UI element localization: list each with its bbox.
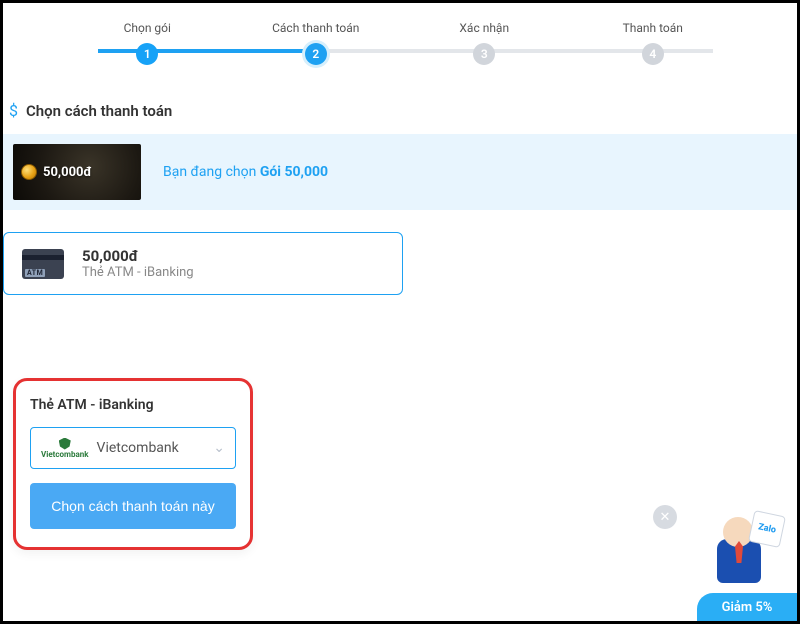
checkout-stepper: Chọn gói 1 Cách thanh toán 2 Xác nhận 3 … xyxy=(3,3,797,73)
step-circle: 3 xyxy=(473,43,495,65)
package-thumbnail: 50,000đ xyxy=(13,144,141,200)
step-1[interactable]: Chọn gói 1 xyxy=(63,21,232,65)
package-desc-prefix: Bạn đang chọn xyxy=(163,164,260,180)
coin-icon xyxy=(21,164,37,180)
payment-option-atm[interactable]: 50,000đ Thẻ ATM - iBanking xyxy=(3,232,403,295)
promo-mascot[interactable]: Zalo xyxy=(711,513,781,593)
step-4: Thanh toán 4 xyxy=(569,21,738,65)
step-circle: 4 xyxy=(642,43,664,65)
promo-card-icon: Zalo xyxy=(748,510,786,548)
step-2[interactable]: Cách thanh toán 2 xyxy=(232,21,401,65)
discount-badge[interactable]: Giảm 5% xyxy=(697,593,797,621)
payment-amount: 50,000đ xyxy=(82,247,194,265)
section-title-text: Chọn cách thanh toán xyxy=(26,102,172,120)
section-heading: $ Chọn cách thanh toán xyxy=(3,73,797,134)
step-label: Chọn gói xyxy=(124,21,171,35)
payment-options: 50,000đ Thẻ ATM - iBanking xyxy=(3,210,797,295)
step-label: Xác nhận xyxy=(459,21,509,35)
package-description: Bạn đang chọn Gói 50,000 xyxy=(163,164,328,180)
close-icon[interactable]: ✕ xyxy=(653,505,677,529)
package-desc-name: Gói 50,000 xyxy=(260,164,328,180)
step-label: Thanh toán xyxy=(623,21,683,35)
bank-select-panel: Thẻ ATM - iBanking Vietcombank Vietcomba… xyxy=(13,378,253,550)
payment-option-text: 50,000đ Thẻ ATM - iBanking xyxy=(82,247,194,280)
chevron-down-icon: ⌄ xyxy=(213,440,225,456)
bank-selected-name: Vietcombank xyxy=(97,440,206,456)
step-3: Xác nhận 3 xyxy=(400,21,569,65)
confirm-payment-button[interactable]: Chọn cách thanh toán này xyxy=(30,483,236,529)
currency-icon: $ xyxy=(9,101,18,120)
payment-method: Thẻ ATM - iBanking xyxy=(82,265,194,280)
step-circle: 1 xyxy=(136,43,158,65)
package-price: 50,000đ xyxy=(43,165,92,180)
step-circle: 2 xyxy=(305,43,327,65)
atm-card-icon xyxy=(22,249,64,279)
bank-logo-icon: Vietcombank xyxy=(41,438,89,459)
step-label: Cách thanh toán xyxy=(272,21,359,35)
bank-select[interactable]: Vietcombank Vietcombank ⌄ xyxy=(30,427,236,469)
bank-panel-title: Thẻ ATM - iBanking xyxy=(30,397,236,413)
selected-package-banner: 50,000đ Bạn đang chọn Gói 50,000 xyxy=(3,134,797,210)
